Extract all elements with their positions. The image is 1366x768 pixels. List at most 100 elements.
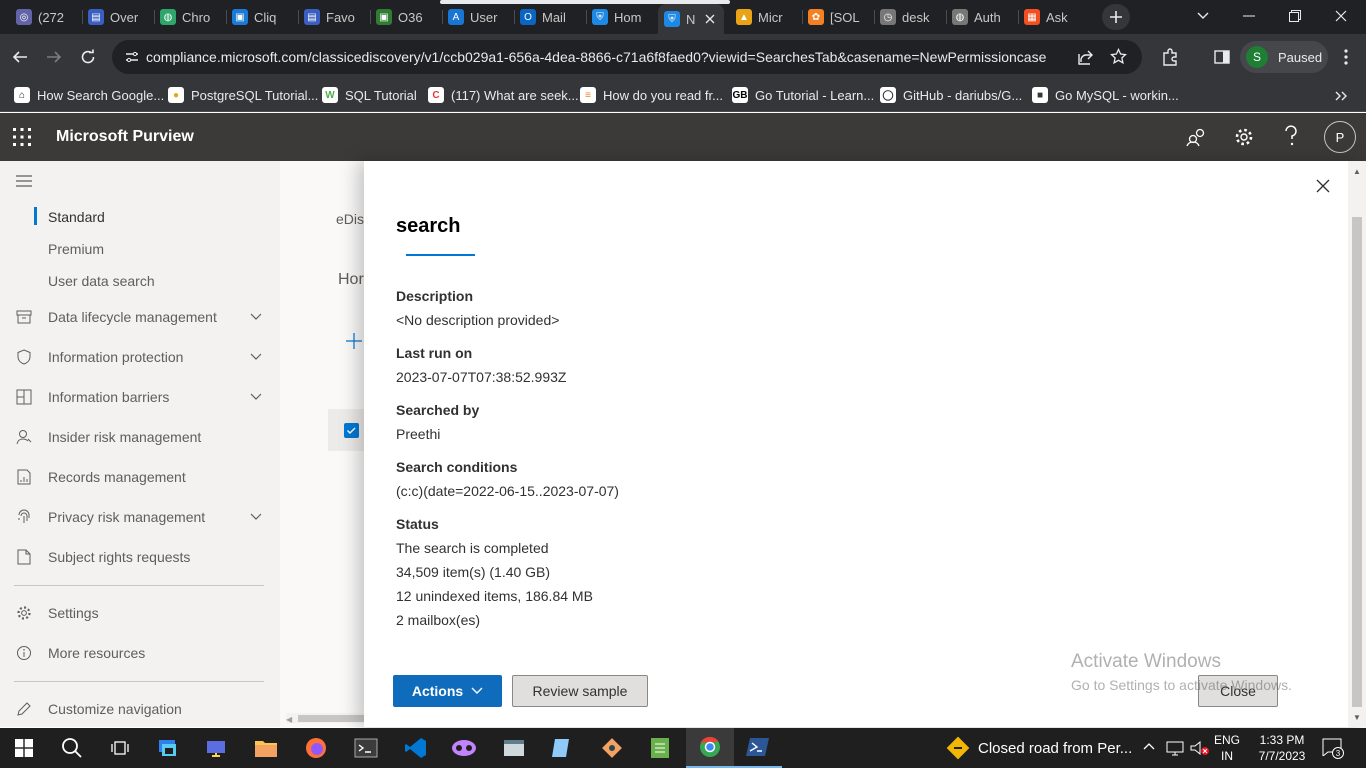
browser-tab[interactable]: ⛨ Hom [592,6,654,28]
nav-item-more-resources[interactable]: More resources [14,641,266,665]
scroll-down-arrow[interactable]: ▼ [1353,713,1361,722]
news-widget[interactable]: Closed road from Per... [946,736,1132,760]
minimize-button[interactable] [1226,0,1272,32]
browser-tab[interactable]: ▣ Cliq [232,6,294,28]
action-center-button[interactable]: 3 [1322,738,1344,759]
nav-sub-user-data-search[interactable]: User data search [48,273,155,289]
browser-tab[interactable]: ▤ Favo [304,6,366,28]
chevron-down-icon[interactable] [250,313,262,321]
scroll-left-arrow[interactable]: ◀ [286,715,292,724]
bookmark-item[interactable]: ≡ How do you read fr... [580,87,723,103]
side-panel-button[interactable] [1210,45,1234,69]
bookmark-item[interactable]: ● PostgreSQL Tutorial... [168,87,318,103]
site-info-icon[interactable] [122,51,142,63]
community-button[interactable] [1186,127,1206,147]
reload-button[interactable] [74,43,102,71]
profile-button[interactable]: S Paused [1240,41,1328,73]
chevron-down-icon[interactable] [250,393,262,401]
vertical-scrollbar[interactable]: ▲ ▼ [1348,161,1366,727]
tab-close-icon[interactable] [705,14,715,24]
nav-item-settings[interactable]: Settings [14,601,266,625]
address-bar[interactable]: compliance.microsoft.com/classicediscove… [112,40,1142,74]
checkbox-checked[interactable] [344,423,359,438]
horizontal-scrollbar[interactable]: ◀ [286,713,366,724]
chevron-down-icon[interactable] [250,353,262,361]
bookmark-item[interactable]: C (117) What are seek... [428,87,579,103]
browser-tab[interactable]: O Mail [520,6,582,28]
bookmark-item[interactable]: ⌂ How Search Google... [14,87,164,103]
nav-item-information-barriers[interactable]: Information barriers [14,385,266,409]
nav-item-data-lifecycle[interactable]: Data lifecycle management [14,305,266,329]
extensions-button[interactable] [1158,45,1182,69]
browser-tab[interactable]: ◍ Auth [952,6,1014,28]
nav-sub-premium[interactable]: Premium [48,241,104,257]
review-sample-button[interactable]: Review sample [512,675,648,707]
nav-item-insider-risk[interactable]: Insider risk management [14,425,266,449]
scroll-thumb[interactable] [298,715,366,722]
taskbar-app-remote[interactable] [192,728,240,768]
scroll-up-arrow[interactable]: ▲ [1353,167,1361,176]
taskbar-app-explorer[interactable] [242,728,290,768]
taskbar-app-powershell[interactable] [734,728,782,768]
nav-sub-standard[interactable]: Standard [48,209,105,225]
nav-item-information-protection[interactable]: Information protection [14,345,266,369]
taskbar-app-vscode[interactable] [392,728,440,768]
start-button[interactable] [0,728,48,768]
forward-button[interactable] [40,43,68,71]
share-icon[interactable] [1078,49,1094,65]
bookmark-item[interactable]: GB Go Tutorial - Learn... [732,87,874,103]
browser-tab[interactable]: ◍ Chro [160,6,222,28]
panel-close-button[interactable] [1316,179,1330,193]
volume-muted-icon[interactable] [1190,740,1210,756]
clock[interactable]: 1:33 PM 7/7/2023 [1254,732,1310,764]
browser-tab[interactable]: ✿ [SOL [808,6,870,28]
browser-tab[interactable]: ▣ O36 [376,6,438,28]
nav-collapse-button[interactable] [16,175,32,187]
browser-menu-button[interactable] [1334,45,1358,69]
taskbar-app-terminal[interactable] [342,728,390,768]
browser-tab[interactable]: ◷ desk [880,6,942,28]
language-indicator[interactable]: ENG IN [1214,732,1240,764]
nav-item-subject-rights[interactable]: Subject rights requests [14,545,266,569]
bookmark-item[interactable]: ■ Go MySQL - workin... [1032,87,1179,103]
browser-tab[interactable]: ◎ (272 [16,6,78,28]
add-icon[interactable] [346,333,362,349]
taskbar-app-git[interactable] [588,728,636,768]
back-button[interactable] [6,43,34,71]
task-view-button[interactable] [96,728,144,768]
tab-search-button[interactable] [1180,0,1226,32]
browser-tab[interactable]: ⛨ N [658,4,724,34]
nav-item-privacy-risk[interactable]: Privacy risk management [14,505,266,529]
chevron-down-icon[interactable] [250,513,262,521]
taskbar-app-computer[interactable] [144,728,192,768]
app-title[interactable]: Microsoft Purview [56,128,194,146]
help-button[interactable] [1284,125,1298,147]
url-text[interactable]: compliance.microsoft.com/classicediscove… [146,49,1071,65]
nav-item-records-management[interactable]: Records management [14,465,266,489]
user-avatar[interactable]: P [1324,121,1356,153]
browser-tab[interactable]: ▦ Ask [1024,6,1086,28]
taskbar-app-notes[interactable] [538,728,586,768]
taskbar-app-chrome[interactable] [686,728,734,768]
browser-tab[interactable]: A User [448,6,510,28]
settings-header-button[interactable] [1234,127,1254,147]
browser-tab[interactable]: ▤ Over [88,6,150,28]
nav-item-customize[interactable]: Customize navigation [14,697,266,721]
taskbar-app-sheets[interactable] [636,728,684,768]
bookmark-star-icon[interactable] [1110,48,1127,65]
taskbar-app-firefox[interactable] [292,728,340,768]
more-bookmarks-button[interactable] [1330,86,1352,106]
show-hidden-icons-button[interactable] [1143,742,1155,750]
close-window-button[interactable] [1318,0,1364,32]
browser-tab[interactable]: ▲ Micr [736,6,798,28]
bookmark-item[interactable]: W SQL Tutorial [322,87,417,103]
selected-row[interactable] [328,409,366,451]
taskbar-app-mask[interactable] [440,728,488,768]
network-icon[interactable] [1166,740,1184,756]
new-tab-button[interactable] [1102,4,1130,30]
restore-button[interactable] [1272,0,1318,32]
app-launcher-button[interactable] [12,127,34,149]
bookmark-item[interactable]: ◯ GitHub - dariubs/G... [880,87,1022,103]
scroll-thumb[interactable] [1352,217,1362,707]
taskbar-app-tool[interactable] [490,728,538,768]
